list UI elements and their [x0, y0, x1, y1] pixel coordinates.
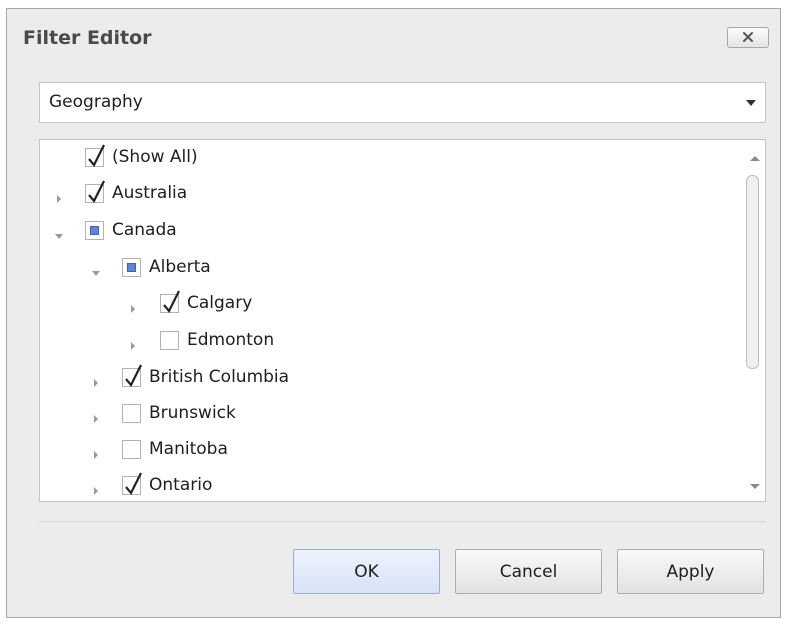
checkbox-british-columbia[interactable]	[122, 364, 142, 387]
checkbox-brunswick[interactable]	[122, 404, 141, 423]
tree-item-ontario[interactable]: Ontario	[40, 468, 730, 501]
tree-item-brunswick[interactable]: Brunswick	[40, 396, 730, 433]
close-button[interactable]	[727, 27, 769, 48]
checkbox-australia[interactable]	[85, 180, 105, 203]
title-bar: Filter Editor	[7, 9, 780, 67]
tree-item-edmonton[interactable]: Edmonton	[40, 323, 730, 360]
close-icon	[742, 28, 754, 47]
tree-item-label: Australia	[112, 183, 188, 203]
checkbox-manitoba[interactable]	[122, 440, 141, 459]
tree-item-show-all[interactable]: (Show All)	[40, 140, 730, 177]
checkmark-icon	[125, 364, 142, 387]
collapse-arrow-icon[interactable]	[54, 226, 64, 239]
tree-item-label: Canada	[112, 220, 177, 240]
expand-arrow-icon[interactable]	[91, 373, 101, 387]
tree-item-alberta[interactable]: Alberta	[40, 250, 730, 287]
checkmark-icon	[88, 144, 105, 167]
tree-item-british-columbia[interactable]: British Columbia	[40, 360, 730, 397]
checkbox-canada[interactable]	[85, 221, 104, 240]
field-selector-dropdown[interactable]: Geography	[39, 82, 766, 123]
expand-arrow-icon[interactable]	[128, 336, 138, 350]
expand-arrow-icon[interactable]	[91, 445, 101, 459]
apply-button[interactable]: Apply	[617, 549, 764, 594]
expand-arrow-icon[interactable]	[54, 189, 64, 203]
scroll-down-arrow-icon[interactable]	[750, 484, 760, 489]
tree-item-label: Ontario	[149, 475, 213, 495]
expand-arrow-icon[interactable]	[91, 481, 101, 495]
expand-arrow-icon[interactable]	[128, 299, 138, 313]
checkbox-calgary[interactable]	[160, 290, 180, 313]
field-selector-value: Geography	[49, 92, 143, 112]
divider	[39, 521, 766, 522]
tree-item-calgary[interactable]: Calgary	[40, 286, 730, 323]
tree-item-label: Brunswick	[149, 403, 236, 423]
ok-button[interactable]: OK	[293, 549, 440, 594]
tree-item-manitoba[interactable]: Manitoba	[40, 432, 730, 469]
filter-tree: (Show All) Australia Canada Alberta Calg…	[39, 139, 766, 502]
tree-item-label: Manitoba	[149, 439, 228, 459]
tree-item-label: Calgary	[187, 293, 253, 313]
indeterminate-mark	[90, 226, 99, 235]
tree-item-label: Alberta	[149, 257, 211, 277]
collapse-arrow-icon[interactable]	[91, 263, 101, 276]
vertical-scrollbar[interactable]	[743, 140, 765, 501]
tree-item-canada[interactable]: Canada	[40, 213, 730, 250]
cancel-button[interactable]: Cancel	[455, 549, 602, 594]
filter-editor-dialog: Filter Editor Geography (Show All) Austr…	[6, 8, 781, 618]
checkbox-edmonton[interactable]	[160, 331, 179, 350]
indeterminate-mark	[127, 263, 136, 272]
dialog-title: Filter Editor	[23, 27, 152, 49]
tree-item-label: British Columbia	[149, 367, 290, 387]
checkmark-icon	[125, 472, 142, 495]
checkbox-ontario[interactable]	[122, 472, 142, 495]
scrollbar-thumb[interactable]	[746, 175, 759, 369]
tree-item-australia[interactable]: Australia	[40, 176, 730, 213]
checkmark-icon	[88, 180, 105, 203]
checkbox-show-all[interactable]	[85, 144, 105, 167]
checkbox-alberta[interactable]	[122, 258, 141, 277]
checkmark-icon	[163, 290, 180, 313]
tree-item-label: Edmonton	[187, 330, 275, 350]
scroll-up-arrow-icon[interactable]	[750, 156, 760, 161]
dropdown-arrow-icon[interactable]	[746, 100, 756, 106]
expand-arrow-icon[interactable]	[91, 409, 101, 423]
tree-item-label: (Show All)	[112, 147, 198, 167]
